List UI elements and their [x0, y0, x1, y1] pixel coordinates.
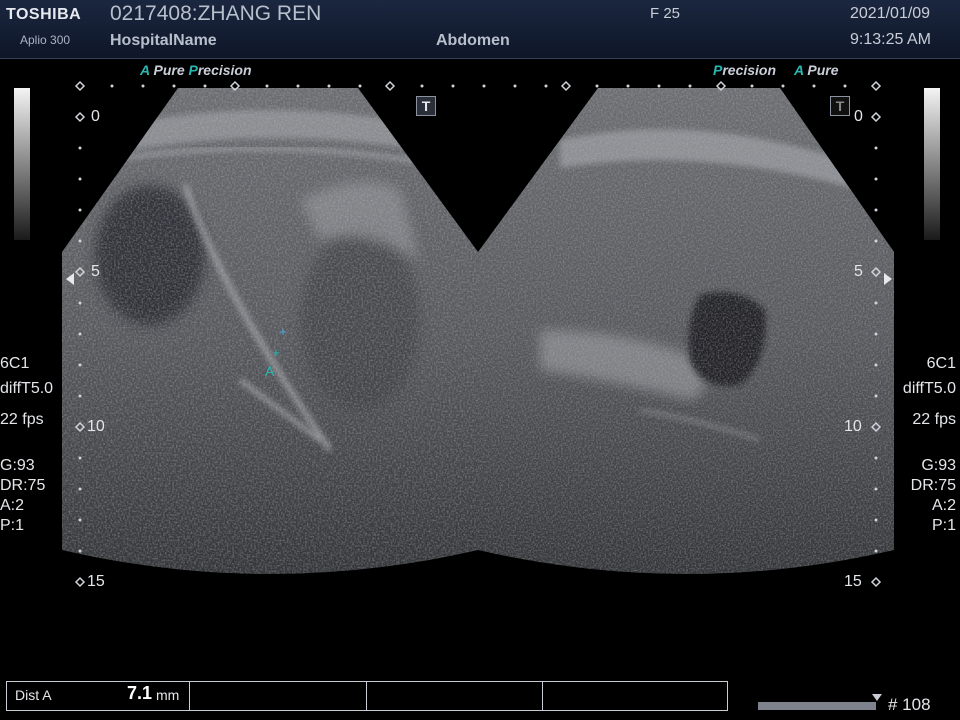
left-mode: diffT5.0	[0, 380, 54, 397]
measurement-slot-2	[190, 682, 367, 710]
left-image-logo: A Pure Precision	[140, 62, 252, 78]
right-depth-label-10: 10	[844, 418, 862, 435]
left-probe: 6C1	[0, 355, 30, 372]
left-p-value: P:1	[0, 517, 25, 534]
left-depth-label-0: 0	[91, 108, 100, 125]
right-probe: 6C1	[926, 355, 956, 372]
left-fps: 22 fps	[0, 411, 44, 428]
cine-position-marker[interactable]	[872, 694, 882, 701]
left-depth-label-5: 5	[91, 263, 100, 280]
left-dynamic-range: DR:75	[0, 477, 46, 494]
measurement-slot-4	[543, 682, 727, 710]
lateral-scale-top	[110, 84, 847, 88]
left-active-image-icon[interactable]: T	[416, 96, 436, 116]
svg-text:+: +	[272, 345, 280, 360]
left-depth-label-15: 15	[87, 573, 105, 590]
right-depth-label-15: 15	[844, 573, 862, 590]
left-depth-label-10: 10	[87, 418, 105, 435]
right-mode: diffT5.0	[902, 380, 956, 397]
right-p-value: P:1	[931, 517, 956, 534]
ultrasound-display: + +	[62, 80, 894, 588]
measurement-value: 7.1	[127, 683, 153, 703]
measurement-dist-a[interactable]: Dist A 7.1 mm	[7, 682, 190, 710]
measurement-slot-3	[367, 682, 544, 710]
caliper-label: A	[265, 363, 275, 379]
measurement-unit: mm	[156, 687, 180, 703]
measurement-table: Dist A 7.1 mm	[6, 681, 728, 711]
right-inactive-image-icon[interactable]: T	[830, 96, 850, 116]
right-depth-label-0: 0	[854, 108, 863, 125]
right-gray-scale-bar	[924, 88, 940, 240]
left-gray-scale-bar	[14, 88, 30, 240]
right-gain: G:93	[921, 457, 956, 474]
right-fps: 22 fps	[912, 411, 956, 428]
left-ultrasound-image	[62, 88, 478, 574]
right-depth-label-5: 5	[854, 263, 863, 280]
measurement-label: Dist A	[15, 687, 52, 703]
cine-progress-bar[interactable]	[758, 702, 876, 710]
right-image-logo: Precision A Pure	[713, 62, 839, 78]
svg-text:+: +	[279, 324, 287, 339]
left-gain: G:93	[0, 457, 35, 474]
right-dynamic-range: DR:75	[910, 477, 956, 494]
left-a-value: A:2	[0, 497, 25, 514]
right-a-value: A:2	[931, 497, 956, 514]
right-ultrasound-image	[478, 88, 894, 574]
cine-frame-count: # 108	[888, 695, 931, 714]
